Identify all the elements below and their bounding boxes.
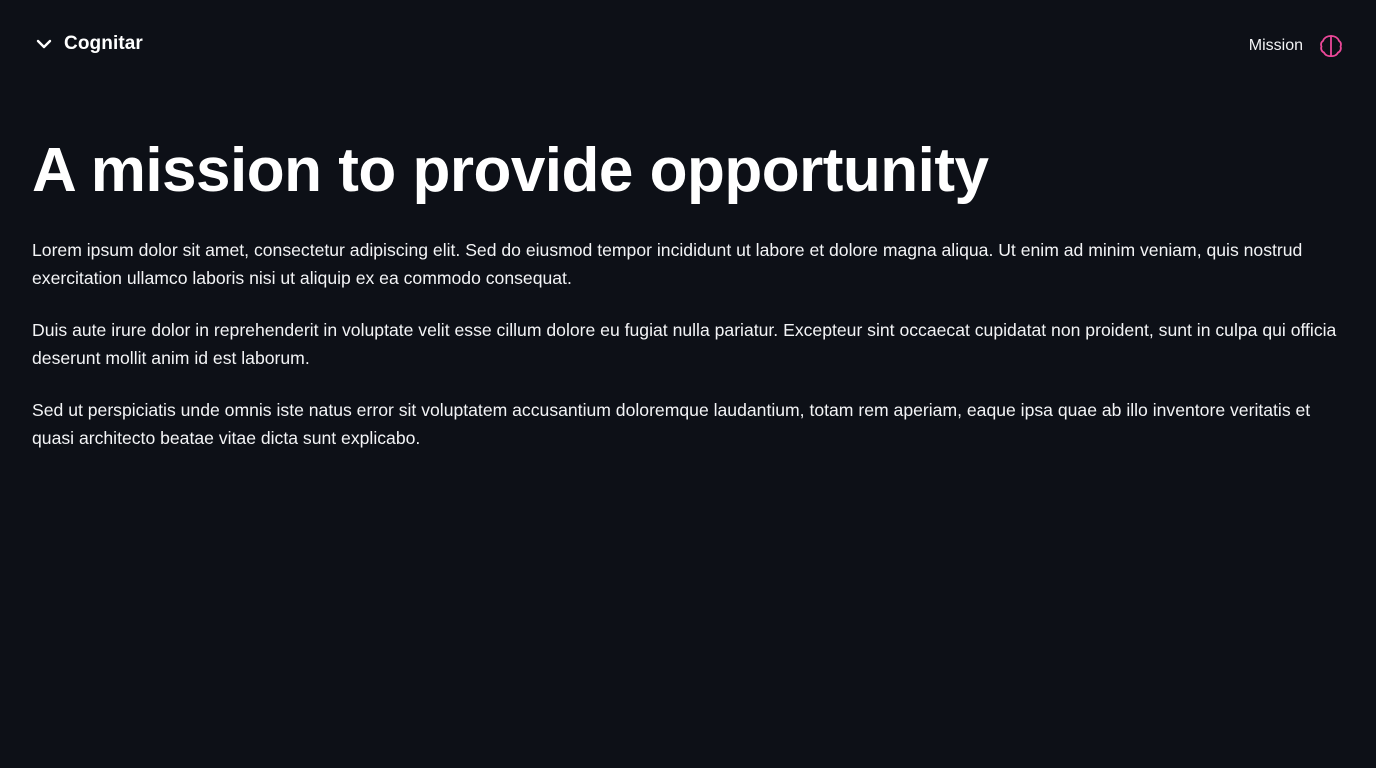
brand-menu-toggle[interactable]: Cognitar (34, 33, 143, 55)
site-header: Cognitar Mission (0, 0, 1376, 92)
top-nav: Mission (1249, 33, 1344, 59)
main-content: A mission to provide opportunity Lorem i… (32, 136, 1342, 476)
paragraph-3: Sed ut perspiciatis unde omnis iste natu… (32, 400, 1311, 448)
chevron-down-icon[interactable] (34, 34, 54, 54)
nav-link-mission[interactable]: Mission (1249, 37, 1303, 55)
brain-icon[interactable] (1318, 33, 1344, 59)
paragraph-1: Lorem ipsum dolor sit amet, consectetur … (32, 240, 1303, 288)
paragraph-2: Duis aute irure dolor in reprehenderit i… (32, 320, 1337, 368)
page-title: A mission to provide opportunity (32, 136, 989, 205)
brand-name[interactable]: Cognitar (64, 33, 143, 55)
